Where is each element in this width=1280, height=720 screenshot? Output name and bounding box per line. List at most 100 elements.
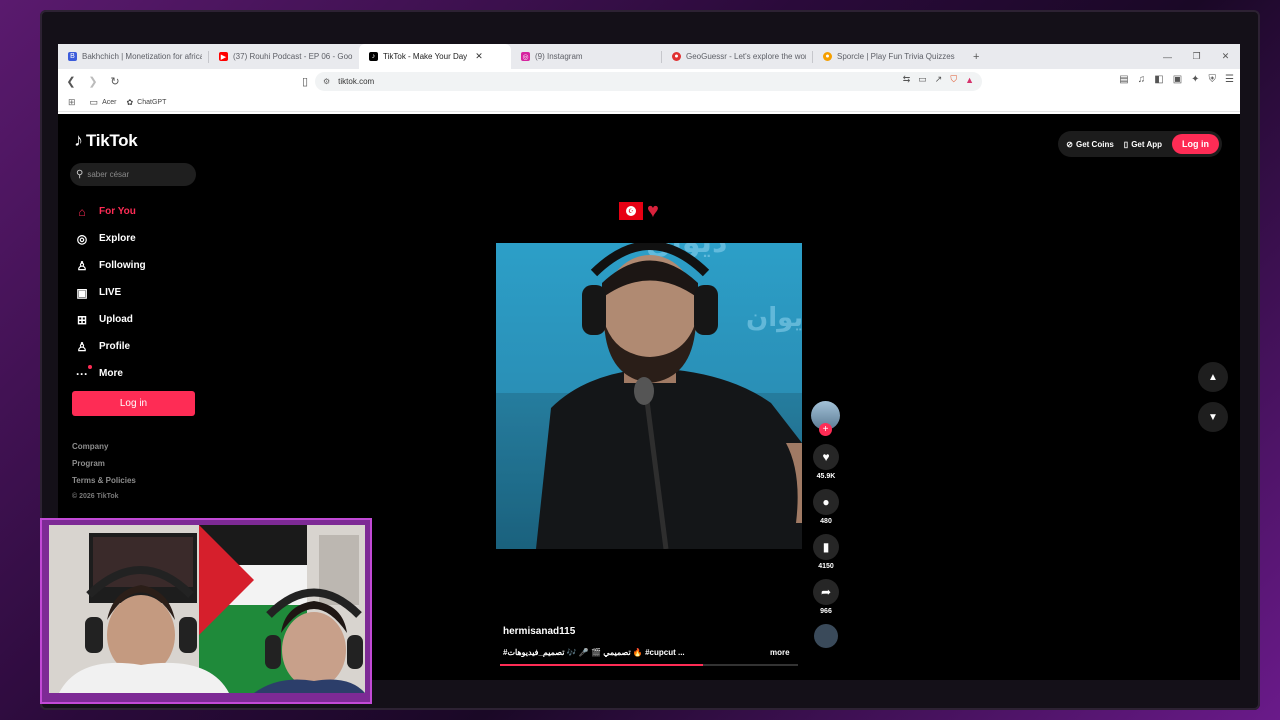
bookmark-chatgpt[interactable]: ✿ ChatGPT <box>126 98 166 107</box>
vpn-icon[interactable]: ⛨ <box>1209 74 1217 85</box>
sidebar-icon[interactable]: ◧ <box>1154 74 1163 85</box>
share-action[interactable]: ➦ 966 <box>811 579 841 618</box>
comment-action[interactable]: ● 480 <box>811 489 841 528</box>
forward-arrow-icon[interactable]: ❯ <box>84 73 102 91</box>
tab-label: Bakhchich | Monetization for african c <box>82 52 202 61</box>
broken-heart-icon: ♥ <box>647 200 659 222</box>
sidebar-item-more[interactable]: ··· More <box>74 360 146 387</box>
location-pin-icon: ● <box>672 52 681 61</box>
sidebar-nav: ⌂ For You ◎ Explore ♙ Following ▣ LIVE ⊞… <box>74 198 146 387</box>
top-login-button[interactable]: Log in <box>1172 134 1219 154</box>
tab-geoguessr[interactable]: ● GeoGuessr - Let's explore the world! <box>662 44 812 69</box>
bookmark-icon[interactable]: ▯ <box>296 72 314 90</box>
reload-icon[interactable]: ↻ <box>106 73 124 91</box>
back-arrow-icon[interactable]: ❮ <box>62 73 80 91</box>
home-icon: ⌂ <box>78 204 86 219</box>
heart-icon[interactable]: ♥ <box>813 444 839 470</box>
minimize-icon[interactable]: — <box>1153 44 1182 69</box>
get-app-button[interactable]: ▯ Get App <box>1124 140 1162 149</box>
bookmark-acer[interactable]: ▭ Acer <box>90 97 117 108</box>
sidebar-item-label: LIVE <box>99 287 122 298</box>
footer-link-program[interactable]: Program <box>72 459 136 476</box>
footer-link-company[interactable]: Company <box>72 442 136 459</box>
sidebar-item-label: More <box>99 368 123 379</box>
follow-plus-icon[interactable]: + <box>819 423 832 436</box>
bookmarks-bar: ⊞ ▭ Acer ✿ ChatGPT <box>58 94 1240 112</box>
video-player[interactable]: ديوان ديوان <box>496 243 802 549</box>
creator-avatar[interactable]: + <box>811 401 840 436</box>
webcam-feed <box>49 525 365 693</box>
webcam-scene <box>49 525 365 693</box>
apps-grid-icon[interactable]: ⊞ <box>68 97 76 108</box>
chatgpt-icon: ✿ <box>126 98 134 107</box>
sidebar-item-following[interactable]: ♙ Following <box>74 252 146 279</box>
bookmark-icon[interactable]: ▮ <box>813 534 839 560</box>
compass-icon: ◎ <box>76 231 88 246</box>
reader-icon[interactable]: ▤ <box>1119 74 1128 85</box>
close-window-icon[interactable]: ✕ <box>1211 44 1240 69</box>
leo-ai-icon[interactable]: ✦ <box>1191 74 1199 85</box>
close-tab-icon[interactable]: ✕ <box>475 51 483 62</box>
next-video-button[interactable]: ▼ <box>1198 402 1228 432</box>
video-emoji-overlay: ☪ ♥ <box>619 200 659 222</box>
share-icon[interactable]: ↗ <box>935 74 943 85</box>
caption-more-button[interactable]: more <box>770 648 790 657</box>
site-settings-icon[interactable]: ⚙ <box>323 77 330 86</box>
tab-sporcle[interactable]: ● Sporcle | Play Fun Trivia Quizzes on I <box>813 44 963 69</box>
lightbulb-icon: ● <box>823 52 832 61</box>
menu-icon[interactable]: ☰ <box>1225 74 1234 85</box>
sidebar-item-label: For You <box>99 206 136 217</box>
translate-icon[interactable]: ⇆ <box>903 74 911 85</box>
like-action[interactable]: ♥ 45.9K <box>811 444 841 483</box>
sidebar-item-upload[interactable]: ⊞ Upload <box>74 306 146 333</box>
sidebar-item-label: Upload <box>99 314 133 325</box>
share-arrow-icon[interactable]: ➦ <box>813 579 839 605</box>
tunisia-flag-icon: ☪ <box>619 202 643 220</box>
music-icon[interactable]: ♫ <box>1138 74 1146 85</box>
cast-icon[interactable]: ▭ <box>918 74 927 85</box>
comment-icon[interactable]: ● <box>813 489 839 515</box>
bookmark-label: ChatGPT <box>137 99 167 106</box>
search-icon: ⚲ <box>76 169 84 180</box>
like-count: 45.9K <box>816 473 836 480</box>
save-action[interactable]: ▮ 4150 <box>811 534 841 573</box>
url-field[interactable]: ⚙ tiktok.com ⇆ ▭ ↗ ⛉ ▲ <box>315 72 982 91</box>
footer-link-terms[interactable]: Terms & Policies <box>72 476 136 493</box>
get-coins-button[interactable]: ⊘ Get Coins <box>1066 140 1113 149</box>
video-frame-person <box>496 243 802 549</box>
comment-count: 480 <box>820 518 832 525</box>
tiktok-note-icon: ♪ <box>74 130 83 150</box>
tab-bakhchich[interactable]: B Bakhchich | Monetization for african c <box>58 44 208 69</box>
music-disc-icon[interactable] <box>814 624 838 648</box>
restore-icon[interactable]: ❐ <box>1182 44 1211 69</box>
rewards-triangle-icon[interactable]: ▲ <box>965 75 974 85</box>
sidebar-item-live[interactable]: ▣ LIVE <box>74 279 146 306</box>
search-input[interactable]: ⚲ saber césar <box>70 163 196 186</box>
more-dots-icon: ··· <box>74 364 92 381</box>
copyright: © 2026 TikTok <box>72 493 119 500</box>
youtube-icon: ▶ <box>219 52 228 61</box>
sidebar-item-explore[interactable]: ◎ Explore <box>74 225 146 252</box>
tab-label: GeoGuessr - Let's explore the world! <box>686 52 806 61</box>
sidebar-item-label: Explore <box>99 233 136 244</box>
sidebar-item-label: Following <box>99 260 146 271</box>
video-caption: #تصميمي 🎬 🎤 🎶 تصميم_فيديوهات 🔥 #cupcut .… <box>503 648 685 657</box>
tiktok-logo[interactable]: ♪ TikTok <box>74 130 138 151</box>
feed-navigation: ▲ ▼ <box>1198 362 1228 442</box>
brave-shield-icon[interactable]: ⛉ <box>950 74 957 85</box>
tab-favicon-icon: B <box>68 52 77 61</box>
tab-youtube[interactable]: ▶ (37) Rouhi Podcast - EP 06 - Gooba <box>209 44 359 69</box>
sidebar-login-button[interactable]: Log in <box>72 391 195 416</box>
sidebar-item-for-you[interactable]: ⌂ For You <box>74 198 146 225</box>
video-username[interactable]: hermisanad115 <box>503 626 575 637</box>
previous-video-button[interactable]: ▲ <box>1198 362 1228 392</box>
sidebar-item-profile[interactable]: ♙ Profile <box>74 333 146 360</box>
video-progress-bar[interactable] <box>500 664 798 666</box>
tab-instagram[interactable]: ◎ (9) Instagram <box>511 44 661 69</box>
new-tab-button[interactable]: + <box>963 44 989 69</box>
wallet-icon[interactable]: ▣ <box>1173 74 1182 85</box>
logo-text: TikTok <box>86 130 138 150</box>
tab-tiktok[interactable]: ♪ TikTok - Make Your Day ✕ <box>359 44 511 69</box>
window-controls: — ❐ ✕ <box>1153 44 1240 69</box>
instagram-icon: ◎ <box>521 52 530 61</box>
